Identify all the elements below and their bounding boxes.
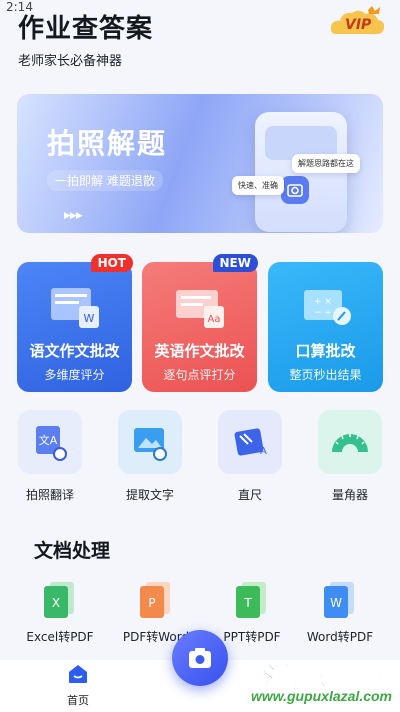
- tools-row: 文A 拍照翻译 提取文字 A 直尺 量角器: [0, 410, 400, 506]
- correction-cards: W 语文作文批改 多维度评分 HOT Aa 英语作文批改 逐句点评打分 NEW …: [17, 254, 383, 392]
- svg-text:W: W: [330, 596, 342, 610]
- app-subtitle: 老师家长必备神器: [18, 54, 123, 69]
- watermark: 谷普软件园 www.gupuxlazal.com: [212, 656, 396, 710]
- protractor-icon: [318, 410, 382, 474]
- svg-text:文A: 文A: [39, 433, 58, 447]
- scroll-icon: Aa: [175, 290, 224, 328]
- doc-word-to-pdf[interactable]: W Word转PDF: [296, 578, 384, 645]
- new-tag: NEW: [212, 254, 258, 272]
- ruler-icon: A: [218, 410, 282, 474]
- tool-photo-translate[interactable]: 文A 拍照翻译: [10, 410, 90, 503]
- tool-protractor[interactable]: 量角器: [310, 410, 390, 503]
- play-arrows-icon: ▶▶▶: [64, 211, 83, 221]
- tool-ruler[interactable]: A 直尺: [210, 410, 290, 503]
- bubble-fast: 快速、准确: [232, 176, 284, 195]
- tool-extract-text[interactable]: 提取文字: [110, 410, 190, 503]
- photo-solve-banner[interactable]: 拍照解题 一拍即解 难题退散 ▶▶▶ 快速、准确 解题思路都在这: [17, 94, 383, 233]
- doc-excel-to-pdf[interactable]: X Excel转PDF: [16, 578, 104, 645]
- banner-title: 拍照解题: [47, 127, 168, 160]
- tab-home-label: 首页: [67, 694, 89, 707]
- svg-text:− ÷: − ÷: [314, 308, 332, 318]
- card-chinese-essay[interactable]: W 语文作文批改 多维度评分 HOT: [17, 254, 133, 392]
- watermark-url: www.gupuxlazal.com: [250, 688, 392, 704]
- vip-badge[interactable]: VIP: [328, 6, 386, 40]
- app-title: 作业查答案: [18, 14, 154, 44]
- excel-file-icon: X: [40, 578, 80, 622]
- doc-label: Excel转PDF: [26, 630, 94, 644]
- svg-text:X: X: [52, 596, 60, 610]
- tab-home[interactable]: 首页: [60, 664, 96, 708]
- word-file-icon: W: [320, 578, 360, 622]
- tool-label: 直尺: [237, 488, 262, 502]
- section-title-docs: 文档处理: [34, 540, 111, 562]
- tool-label: 提取文字: [125, 488, 174, 502]
- svg-text:W: W: [83, 312, 94, 325]
- calculator-pencil-icon: + × − ÷: [303, 290, 351, 325]
- svg-text:Aa: Aa: [207, 314, 220, 325]
- home-icon: [69, 665, 87, 683]
- card-mental-math[interactable]: + × − ÷ 口算批改 整页秒出结果: [268, 262, 383, 392]
- card-subtitle: 多维度评分: [44, 368, 105, 382]
- image-text-icon: [118, 410, 182, 474]
- card-title: 语文作文批改: [29, 342, 120, 360]
- card-title: 口算批改: [295, 342, 356, 360]
- essay-book-icon: W: [50, 288, 99, 328]
- card-subtitle: 整页秒出结果: [289, 368, 362, 382]
- svg-text:P: P: [148, 596, 155, 610]
- camera-icon: [287, 184, 303, 197]
- doc-label: Word转PDF: [306, 630, 374, 644]
- tool-label: 拍照翻译: [25, 488, 74, 502]
- pdf-file-icon: P: [136, 578, 176, 622]
- svg-text:A: A: [260, 446, 267, 457]
- card-subtitle: 逐句点评打分: [163, 368, 236, 382]
- bubble-idea: 解题思路都在这: [292, 154, 360, 173]
- svg-text:T: T: [243, 596, 252, 610]
- card-title: 英语作文批改: [154, 342, 245, 360]
- translate-icon: 文A: [18, 410, 82, 474]
- card-english-essay[interactable]: Aa 英语作文批改 逐句点评打分 NEW: [142, 254, 258, 392]
- svg-text:+ ×: + ×: [314, 297, 332, 307]
- ppt-file-icon: T: [232, 578, 272, 622]
- tool-label: 量角器: [331, 488, 368, 502]
- vip-label: VIP: [345, 17, 372, 33]
- hot-tag: HOT: [90, 254, 133, 272]
- banner-subtitle: 一拍即解 难题退散: [47, 170, 163, 191]
